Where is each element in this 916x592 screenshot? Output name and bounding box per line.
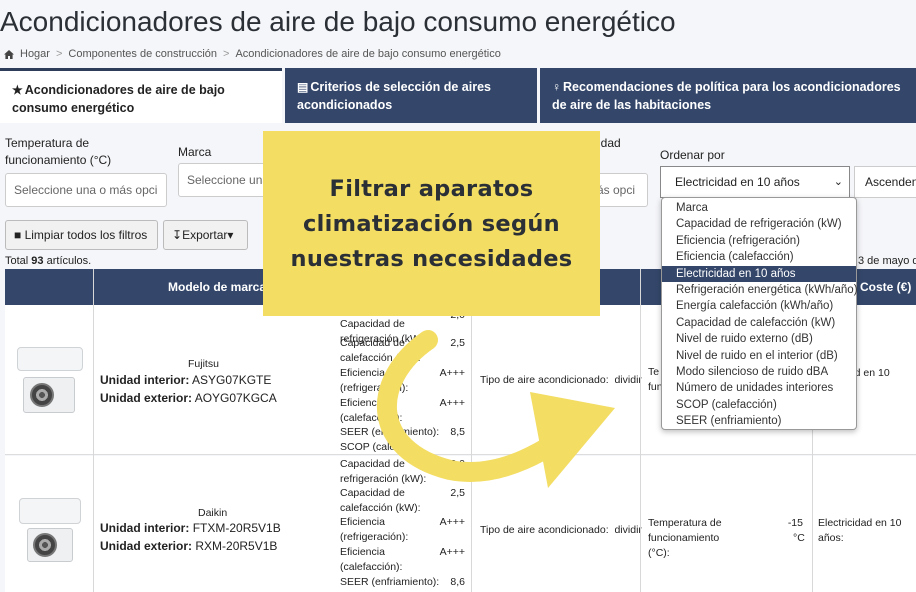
outdoor-label: Unidad exterior:: [100, 539, 193, 553]
banner-line: nuestras necesidades: [290, 246, 573, 272]
type-cell: Tipo de aire acondicionado: dividir: [480, 523, 642, 538]
clear-filters-button[interactable]: ■ Limpiar todos los filtros: [5, 220, 158, 250]
total-number: 93: [31, 255, 44, 267]
type-label: Tipo de aire acondicionado:: [480, 524, 609, 536]
outdoor-unit-image: [23, 377, 75, 413]
tab-label: Acondicionadores de aire de bajo consumo…: [12, 83, 225, 115]
tab-label: Recomendaciones de política para los aco…: [552, 80, 901, 112]
fan-icon: [30, 383, 54, 407]
brand-filter-label: Marca: [178, 145, 212, 159]
indoor-model: ASYG07KGTE: [192, 373, 272, 387]
spec-heating-efficiency-label: Eficiencia (calefacción):: [340, 546, 403, 573]
brand-filter-input[interactable]: Seleccione una: [178, 163, 273, 197]
sort-option[interactable]: SCOP (calefacción): [662, 397, 856, 413]
sort-option[interactable]: Refrigeración energética (kWh/año): [662, 282, 858, 298]
sort-option[interactable]: Electricidad en 10 años: [662, 265, 856, 282]
outdoor-unit: Unidad exterior: AOYG07KGCA: [100, 389, 277, 407]
download-icon: ↧: [172, 228, 183, 242]
chevron-down-icon: ⌄: [833, 176, 843, 188]
banner-line: Filtrar aparatos: [329, 176, 534, 202]
indoor-unit: Unidad interior: FTXM-20R5V1B: [100, 519, 281, 537]
spec-cooling-efficiency-label: Eficiencia (refrigeración):: [340, 516, 409, 543]
caret-down-icon: ▾: [227, 228, 234, 242]
total-suffix: artículos.: [43, 255, 92, 267]
export-label: Exportar: [182, 228, 228, 242]
type-value: dividir: [614, 524, 642, 536]
sort-option[interactable]: Nivel de ruido externo (dB): [662, 331, 856, 347]
sort-option[interactable]: Eficiencia (refrigeración): [662, 233, 856, 249]
model-column-header[interactable]: Modelo de marca: [168, 269, 266, 305]
eraser-icon: ■: [14, 228, 22, 242]
indoor-unit: Unidad interior: ASYG07KGTE: [100, 371, 271, 389]
temperature-filter-label: Temperatura de funcionamiento (°C): [5, 136, 112, 167]
spec-cooling-efficiency-value: A+++: [439, 516, 465, 528]
page-title: Acondicionadores de aire de bajo consumo…: [0, 6, 676, 37]
order-select[interactable]: Ascenden: [854, 166, 916, 198]
cost-cell: Electricidad en 10 años:: [818, 517, 902, 544]
clear-filters-label: Limpiar todos los filtros: [24, 228, 148, 242]
breadcrumb-current: Acondicionadores de aire de bajo consumo…: [235, 48, 501, 60]
sort-option[interactable]: Capacidad de calefacción (kW): [662, 315, 856, 331]
sort-select[interactable]: Electricidad en 10 años ⌄: [660, 166, 850, 198]
breadcrumb-separator: >: [223, 48, 230, 60]
third-filter-label: idad: [598, 136, 621, 150]
date-text: 3 de mayo d: [858, 255, 916, 267]
temperature-value: -15: [787, 517, 803, 529]
temperature-filter-input[interactable]: Seleccione una o más opci: [5, 173, 167, 207]
breadcrumb-components[interactable]: Componentes de construcción: [68, 48, 217, 60]
breadcrumb: Hogar > Componentes de construcción > Ac…: [4, 48, 501, 60]
cost-column-header[interactable]: Coste (€): [860, 269, 911, 305]
tab-label: Criterios de selección de aires acondici…: [297, 80, 491, 112]
total-count: Total 93 artículos.: [5, 255, 91, 267]
temperature-unit: °C: [793, 532, 805, 544]
sort-option[interactable]: Marca: [662, 200, 856, 216]
outdoor-label: Unidad exterior:: [100, 391, 193, 405]
sort-option[interactable]: Eficiencia (calefacción): [662, 249, 856, 265]
outdoor-unit: Unidad exterior: RXM-20R5V1B: [100, 537, 277, 555]
tab-air-conditioners[interactable]: ★ Acondicionadores de aire de bajo consum…: [0, 68, 282, 123]
brand-name: Fujitsu: [188, 358, 219, 370]
spec-heating-efficiency-value: A+++: [439, 546, 465, 558]
banner-line: climatización según: [303, 211, 560, 237]
arrow-icon: [376, 330, 615, 488]
tab-selection-criteria[interactable]: ▤ Criterios de selección de aires acondic…: [285, 68, 537, 123]
sort-select-value: Electricidad en 10 años: [675, 175, 800, 189]
temperature-label: Temperatura de funcionamiento (°C):: [648, 517, 722, 559]
indoor-unit-image: [17, 347, 83, 371]
indoor-label: Unidad interior:: [100, 373, 190, 387]
sort-option[interactable]: Energía calefacción (kWh/año): [662, 298, 856, 314]
outdoor-model: RXM-20R5V1B: [195, 539, 278, 553]
spec-seer-value: 8,6: [450, 576, 465, 588]
total-prefix: Total: [5, 255, 32, 267]
indoor-model: FTXM-20R5V1B: [192, 521, 281, 535]
sort-option[interactable]: SEER (enfriamiento): [662, 413, 856, 429]
sort-option[interactable]: Capacidad de refrigeración (kW): [662, 216, 856, 232]
indoor-label: Unidad interior:: [100, 521, 190, 535]
outdoor-unit-image: [27, 528, 73, 562]
home-icon[interactable]: [4, 49, 14, 59]
sort-option[interactable]: Número de unidades interiores: [662, 380, 856, 396]
breadcrumb-separator: >: [55, 48, 63, 60]
star-icon: ★: [12, 83, 23, 97]
tab-policy-recommendations[interactable]: ♀ Recomendaciones de política para los ac…: [540, 68, 916, 123]
export-button[interactable]: ↧Exportar▾: [163, 220, 248, 250]
lightbulb-icon: ♀: [552, 80, 561, 94]
promo-banner: Filtrar aparatos climatización según nue…: [263, 131, 600, 316]
column-divider: [93, 269, 94, 592]
sort-dropdown-menu[interactable]: Marca Capacidad de refrigeración (kW) Efic…: [661, 197, 858, 430]
fan-icon: [33, 533, 57, 557]
sort-option[interactable]: Nivel de ruido en el interior (dB): [662, 348, 856, 364]
outdoor-model: AOYG07KGCA: [194, 391, 277, 405]
indoor-unit-image: [19, 498, 81, 524]
column-divider: [640, 269, 641, 592]
sort-label: Ordenar por: [660, 148, 725, 162]
sort-option[interactable]: Modo silencioso de ruido dBA: [662, 364, 856, 380]
book-icon: ▤: [297, 80, 309, 94]
breadcrumb-home[interactable]: Hogar: [20, 48, 50, 60]
